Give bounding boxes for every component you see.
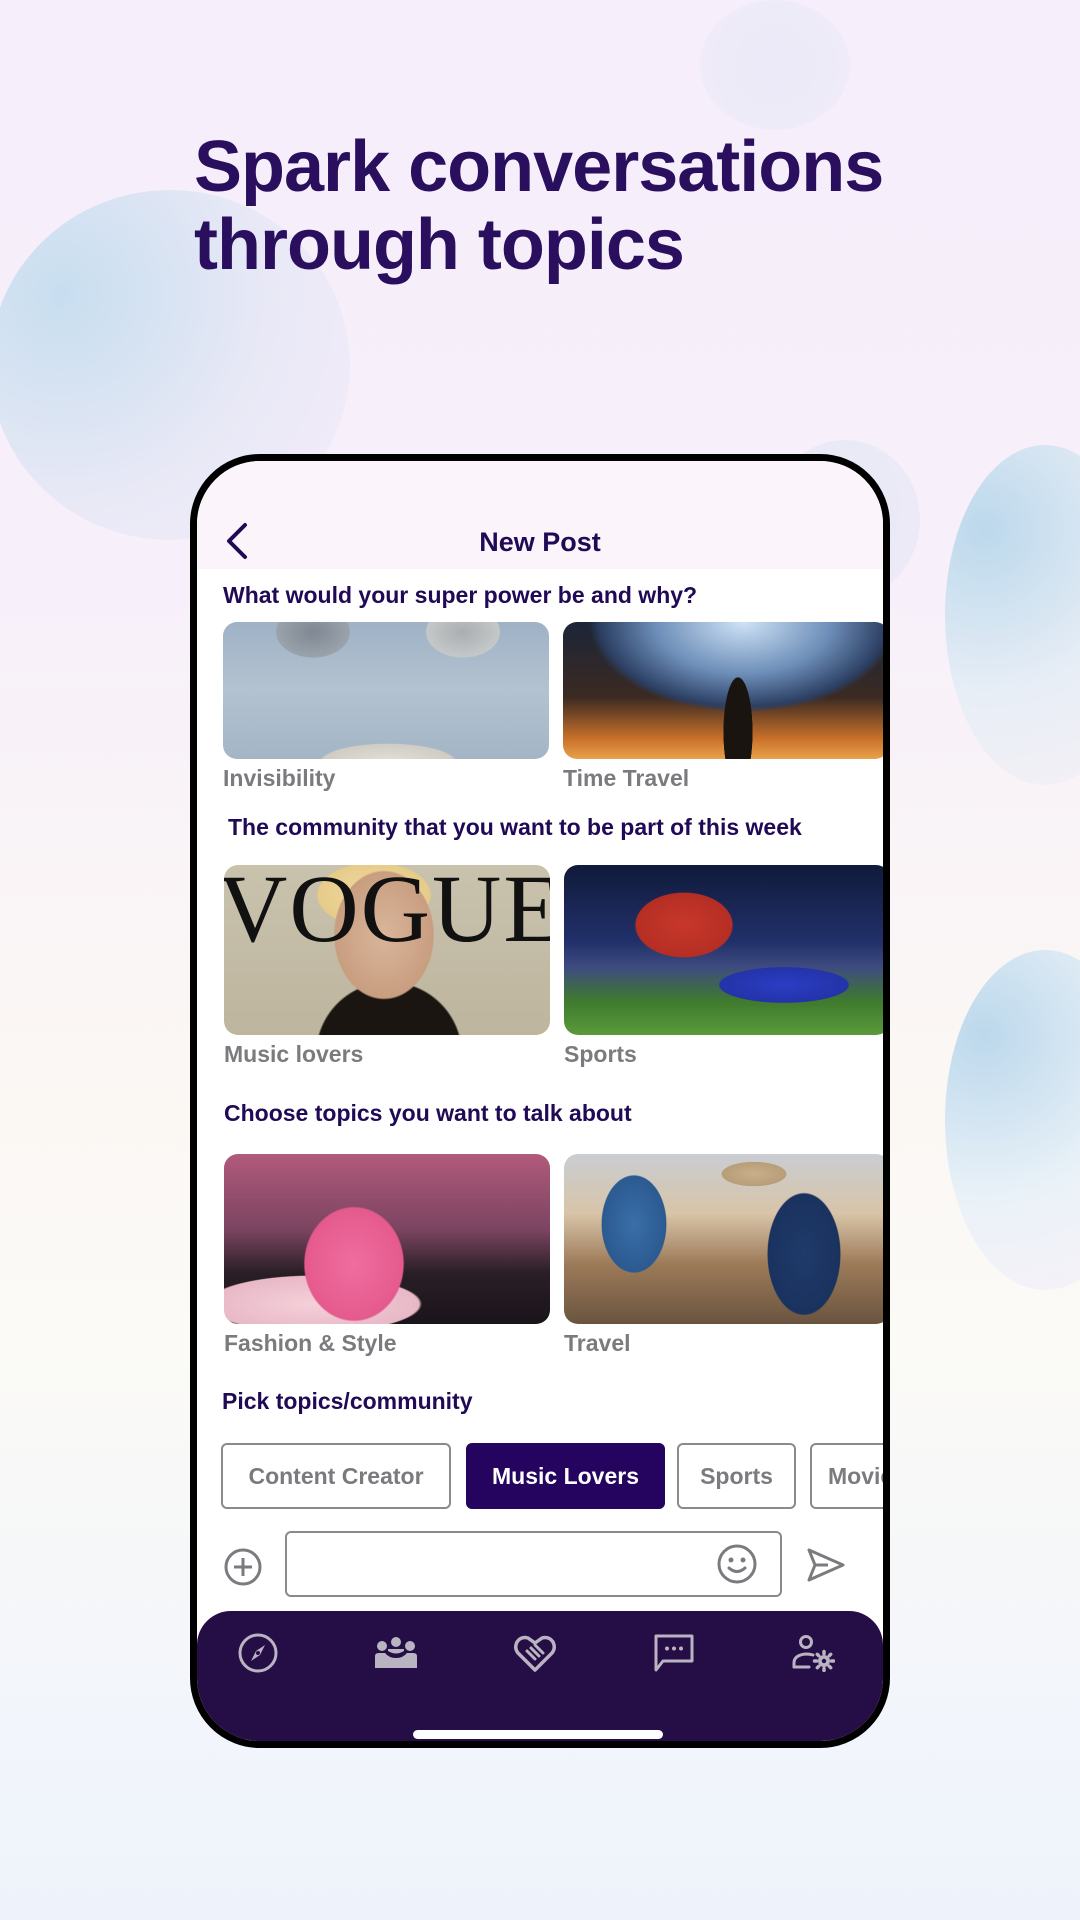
compass-icon — [238, 1633, 278, 1673]
chip-movies[interactable]: Movies — [810, 1443, 883, 1509]
smiley-icon — [717, 1544, 757, 1584]
background-bubble — [700, 0, 850, 130]
section-title-superpower: What would your super power be and why? — [223, 582, 698, 608]
chat-bubble-icon — [654, 1634, 694, 1672]
nav-bar: New Post — [197, 461, 883, 569]
phone-mockup: New Post What would your super power be … — [190, 454, 890, 1748]
home-indicator — [413, 1730, 663, 1739]
promo-headline: Spark conversations through topics — [194, 127, 884, 285]
headline-line-1: Spark conversations — [194, 127, 884, 207]
page-title: New Post — [479, 527, 601, 557]
card-image — [224, 1154, 550, 1324]
new-post-screen: New Post What would your super power be … — [197, 461, 883, 1741]
bottom-tab-bar — [197, 1611, 883, 1741]
user-settings-icon — [792, 1635, 835, 1672]
card-image — [564, 865, 883, 1035]
card-label: Invisibility — [223, 765, 336, 791]
topic-chip-list: Content Creator Music Lovers Sports Movi… — [221, 1443, 883, 1509]
chip-content-creator[interactable]: Content Creator — [221, 1443, 451, 1509]
card-image: VOGUE — [224, 865, 550, 1035]
card-image — [564, 1154, 883, 1324]
card-label: Sports — [564, 1041, 637, 1067]
group-icon — [375, 1637, 417, 1668]
card-label: Time Travel — [563, 765, 690, 791]
background-bubble — [945, 950, 1080, 1290]
card-label: Music lovers — [224, 1041, 364, 1067]
post-message-input[interactable] — [285, 1531, 782, 1597]
tab-connections[interactable] — [507, 1625, 563, 1681]
card-label: Travel — [564, 1330, 631, 1356]
chip-sports[interactable]: Sports — [677, 1443, 796, 1509]
topic-card-music-lovers[interactable]: VOGUE Music lovers — [224, 865, 550, 1068]
post-composer — [197, 1531, 883, 1601]
section-title-pick-topics: Pick topics/community — [222, 1388, 473, 1414]
topic-card-time-travel[interactable]: Time Travel — [563, 622, 883, 792]
tab-profile-settings[interactable] — [785, 1625, 841, 1681]
tab-messages[interactable] — [646, 1625, 702, 1681]
topic-card-sports[interactable]: Sports — [564, 865, 883, 1068]
background-bubble — [945, 445, 1080, 785]
handshake-heart-icon — [513, 1635, 557, 1672]
chip-music-lovers[interactable]: Music Lovers — [466, 1443, 665, 1509]
tab-explore[interactable] — [230, 1625, 286, 1681]
send-icon — [807, 1548, 845, 1582]
card-image — [563, 622, 883, 759]
add-attachment-button[interactable] — [223, 1547, 263, 1587]
section-title-choose-topics: Choose topics you want to talk about — [224, 1100, 632, 1126]
topic-card-travel[interactable]: Travel — [564, 1154, 883, 1357]
card-label: Fashion & Style — [224, 1330, 397, 1356]
topic-card-fashion-style[interactable]: Fashion & Style — [224, 1154, 550, 1357]
card-image — [223, 622, 549, 759]
section-title-community: The community that you want to be part o… — [228, 814, 802, 840]
send-button[interactable] — [806, 1547, 846, 1583]
topic-card-invisibility[interactable]: Invisibility — [223, 622, 549, 792]
emoji-button[interactable] — [716, 1543, 758, 1585]
plus-circle-icon — [224, 1548, 262, 1586]
magazine-cover-title: VOGUE — [224, 865, 550, 962]
tab-communities[interactable] — [368, 1625, 424, 1681]
headline-line-2: through topics — [194, 205, 685, 285]
